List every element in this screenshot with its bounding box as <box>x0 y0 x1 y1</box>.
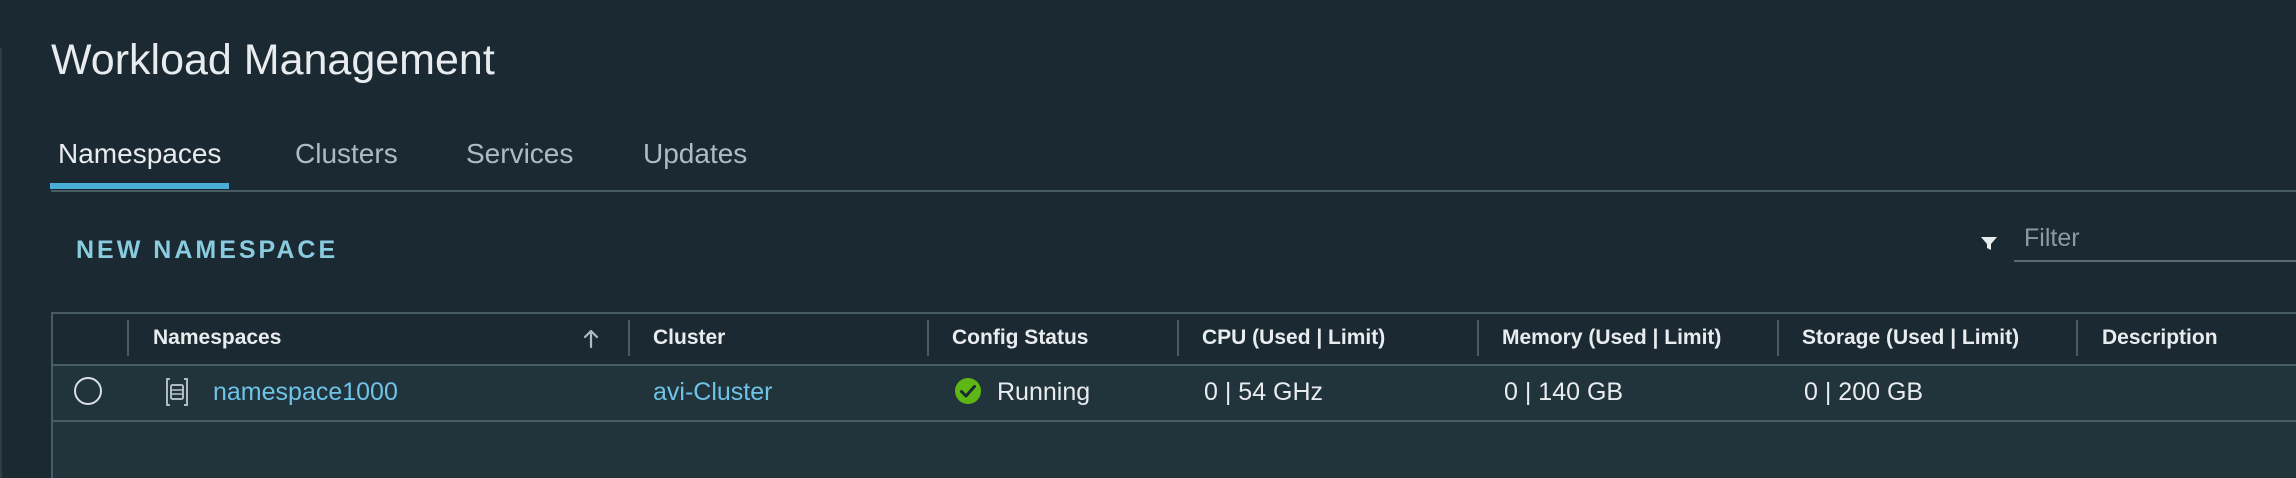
column-header-description[interactable]: Description <box>2102 326 2218 350</box>
column-header-namespaces[interactable]: Namespaces <box>153 326 281 350</box>
config-status-text: Running <box>997 378 1091 406</box>
column-separator <box>127 320 129 356</box>
column-header-cluster[interactable]: Cluster <box>653 326 725 350</box>
sort-ascending-icon[interactable] <box>578 326 604 352</box>
table-row[interactable]: namespace1000 avi-Cluster Running 0 | 54… <box>53 366 2296 422</box>
column-separator <box>2076 320 2078 356</box>
row-select-radio[interactable] <box>74 377 102 405</box>
column-separator <box>927 320 929 356</box>
memory-value: 0 | 140 GB <box>1504 378 1624 406</box>
left-panel-edge <box>0 48 2 478</box>
filter-control <box>1978 216 2296 262</box>
column-header-config-status[interactable]: Config Status <box>952 326 1089 350</box>
column-separator <box>628 320 630 356</box>
namespace-icon <box>166 378 188 406</box>
tab-namespaces[interactable]: Namespaces <box>49 138 230 189</box>
column-header-memory[interactable]: Memory (Used | Limit) <box>1502 326 1721 350</box>
namespaces-datagrid: Namespaces Cluster Config Status CPU (Us… <box>51 312 2296 478</box>
datagrid-header: Namespaces Cluster Config Status CPU (Us… <box>53 314 2296 366</box>
tab-clusters[interactable]: Clusters <box>295 138 398 170</box>
check-circle-icon <box>955 378 981 404</box>
cluster-link[interactable]: avi-Cluster <box>653 378 772 407</box>
column-separator <box>1177 320 1179 356</box>
column-separator <box>1477 320 1479 356</box>
cpu-value: 0 | 54 GHz <box>1204 378 1324 406</box>
tab-services[interactable]: Services <box>466 138 573 170</box>
column-header-cpu[interactable]: CPU (Used | Limit) <box>1202 326 1385 350</box>
namespace-link[interactable]: namespace1000 <box>213 378 398 407</box>
tab-updates[interactable]: Updates <box>643 138 747 170</box>
filter-input[interactable] <box>2014 216 2296 262</box>
column-separator <box>1777 320 1779 356</box>
new-namespace-button[interactable]: NEW NAMESPACE <box>76 236 338 265</box>
storage-value: 0 | 200 GB <box>1804 378 1924 406</box>
filter-icon[interactable] <box>1978 232 2000 254</box>
tab-bar: Namespaces Clusters Services Updates <box>49 136 2296 192</box>
page-title: Workload Management <box>51 36 495 84</box>
column-header-storage[interactable]: Storage (Used | Limit) <box>1802 326 2019 350</box>
